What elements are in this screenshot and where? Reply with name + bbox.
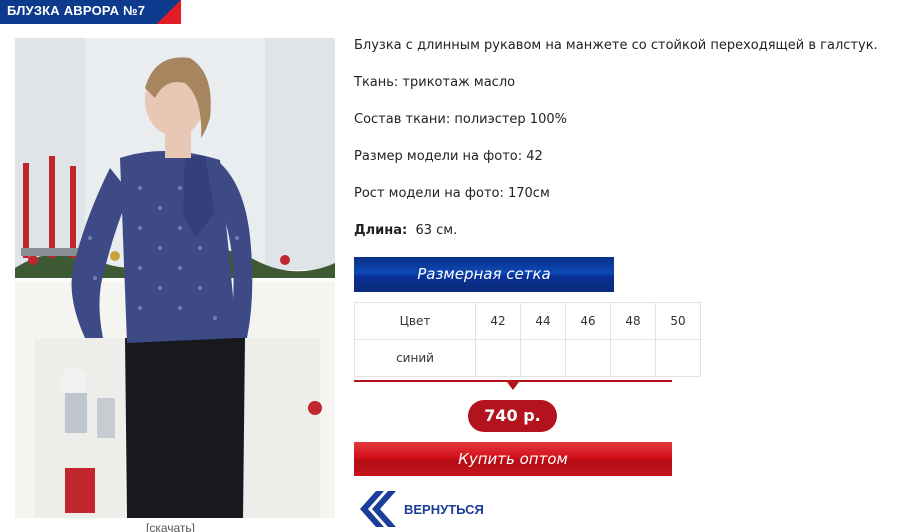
product-length: Длина: 63 см. bbox=[354, 223, 457, 238]
product-photo-illustration bbox=[15, 38, 335, 518]
quantity-cell[interactable] bbox=[520, 339, 566, 377]
color-name-cell: синий bbox=[354, 339, 476, 377]
back-link[interactable]: ВЕРНУТЬСЯ bbox=[354, 487, 514, 531]
product-description: Блузка с длинным рукавом на манжете со с… bbox=[354, 38, 878, 53]
size-table-header-cell: 48 bbox=[610, 302, 656, 340]
size-availability-table: Цвет 42 44 46 48 50 синий bbox=[354, 302, 701, 377]
double-chevron-left-icon bbox=[360, 491, 396, 527]
back-label: ВЕРНУТЬСЯ bbox=[404, 502, 484, 517]
size-table-header-row: Цвет 42 44 46 48 50 bbox=[354, 302, 701, 340]
page-title: БЛУЗКА АВРОРА №7 bbox=[7, 3, 146, 18]
size-table-header-cell: 46 bbox=[565, 302, 611, 340]
product-photo[interactable] bbox=[15, 38, 335, 518]
quantity-cell[interactable] bbox=[565, 339, 611, 377]
product-composition: Состав ткани: полиэстер 100% bbox=[354, 112, 567, 127]
size-chart-button[interactable]: Размерная сетка bbox=[354, 257, 614, 292]
size-table-header-cell: 50 bbox=[655, 302, 701, 340]
quantity-cell[interactable] bbox=[475, 339, 521, 377]
size-table-header-cell: Цвет bbox=[354, 302, 476, 340]
price-badge: 740 р. bbox=[468, 400, 557, 432]
size-table-header-cell: 42 bbox=[475, 302, 521, 340]
price-pointer-icon bbox=[507, 382, 519, 390]
page-title-tab: БЛУЗКА АВРОРА №7 bbox=[0, 0, 181, 24]
product-fabric: Ткань: трикотаж масло bbox=[354, 75, 516, 90]
quantity-cell[interactable] bbox=[655, 339, 701, 377]
size-table-header-cell: 44 bbox=[520, 302, 566, 340]
buy-wholesale-button[interactable]: Купить оптом bbox=[354, 442, 672, 476]
length-value: 63 см. bbox=[415, 223, 458, 238]
model-size: Размер модели на фото: 42 bbox=[354, 149, 543, 164]
quantity-cell[interactable] bbox=[610, 339, 656, 377]
size-table-row: синий bbox=[354, 339, 701, 377]
download-photo-link[interactable]: [скачать] bbox=[146, 521, 195, 532]
model-height: Рост модели на фото: 170см bbox=[354, 186, 550, 201]
length-label: Длина: bbox=[354, 223, 408, 238]
